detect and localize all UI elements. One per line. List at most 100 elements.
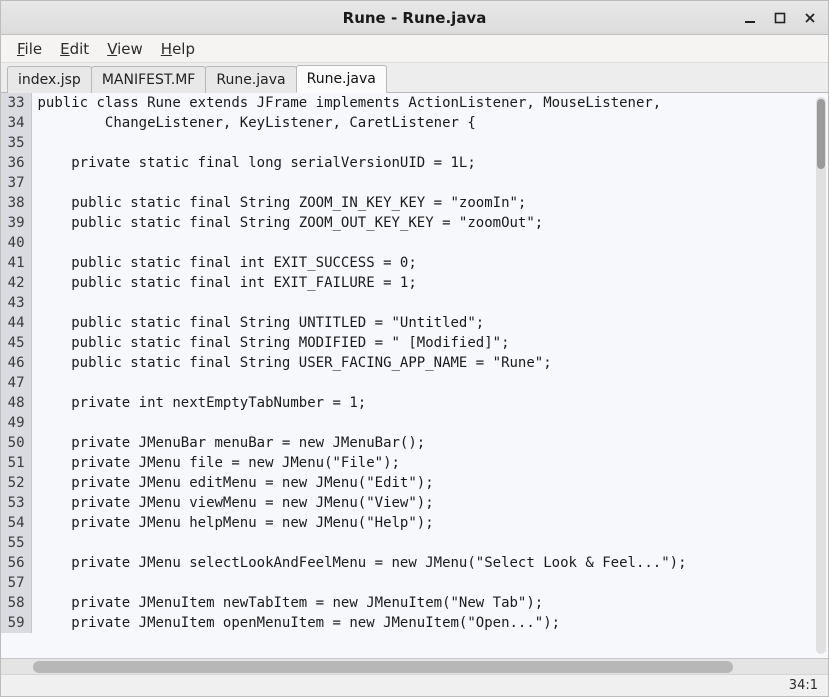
code-line: 34 ChangeListener, KeyListener, CaretLis… <box>1 113 828 133</box>
line-number: 34 <box>1 113 31 133</box>
line-number: 50 <box>1 433 31 453</box>
line-number: 39 <box>1 213 31 233</box>
menu-edit[interactable]: Edit <box>54 38 95 60</box>
line-number: 56 <box>1 553 31 573</box>
code-line: 50 private JMenuBar menuBar = new JMenuB… <box>1 433 828 453</box>
menu-accel: F <box>17 40 25 58</box>
window-title: Rune - Rune.java <box>9 9 820 27</box>
line-number: 46 <box>1 353 31 373</box>
code-text[interactable]: ChangeListener, KeyListener, CaretListen… <box>31 113 828 133</box>
code-line: 42 public static final int EXIT_FAILURE … <box>1 273 828 293</box>
menu-label: iew <box>117 40 143 58</box>
code-text[interactable]: private JMenu helpMenu = new JMenu("Help… <box>31 513 828 533</box>
tab-rune-java-2[interactable]: Rune.java <box>296 65 387 93</box>
code-line: 55 <box>1 533 828 553</box>
menu-label: dit <box>70 40 90 58</box>
menu-label: ile <box>25 40 43 58</box>
code-text[interactable] <box>31 233 828 253</box>
code-text[interactable]: private JMenu viewMenu = new JMenu("View… <box>31 493 828 513</box>
code-text[interactable]: private JMenu editMenu = new JMenu("Edit… <box>31 473 828 493</box>
code-text[interactable]: public static final int EXIT_SUCCESS = 0… <box>31 253 828 273</box>
code-line: 48 private int nextEmptyTabNumber = 1; <box>1 393 828 413</box>
menu-accel: H <box>161 40 172 58</box>
editor: 33public class Rune extends JFrame imple… <box>1 93 828 658</box>
cursor-position: 34:1 <box>789 678 818 693</box>
close-icon[interactable] <box>802 10 818 26</box>
tab-index-jsp[interactable]: index.jsp <box>7 66 92 93</box>
code-line: 46 public static final String USER_FACIN… <box>1 353 828 373</box>
code-text[interactable]: private int nextEmptyTabNumber = 1; <box>31 393 828 413</box>
code-text[interactable]: public static final String MODIFIED = " … <box>31 333 828 353</box>
code-table: 33public class Rune extends JFrame imple… <box>1 93 828 633</box>
code-text[interactable]: private JMenu selectLookAndFeelMenu = ne… <box>31 553 828 573</box>
line-number: 54 <box>1 513 31 533</box>
line-number: 58 <box>1 593 31 613</box>
code-line: 44 public static final String UNTITLED =… <box>1 313 828 333</box>
code-line: 35 <box>1 133 828 153</box>
code-text[interactable]: private JMenu file = new JMenu("File"); <box>31 453 828 473</box>
line-number: 41 <box>1 253 31 273</box>
code-line: 39 public static final String ZOOM_OUT_K… <box>1 213 828 233</box>
code-text[interactable]: private JMenuItem openMenuItem = new JMe… <box>31 613 828 633</box>
line-number: 57 <box>1 573 31 593</box>
line-number: 44 <box>1 313 31 333</box>
tab-rune-java-1[interactable]: Rune.java <box>205 66 296 93</box>
code-line: 36 private static final long serialVersi… <box>1 153 828 173</box>
menu-file[interactable]: File <box>11 38 48 60</box>
line-number: 45 <box>1 333 31 353</box>
menu-help[interactable]: Help <box>155 38 201 60</box>
code-line: 45 public static final String MODIFIED =… <box>1 333 828 353</box>
statusbar: 34:1 <box>1 674 828 696</box>
menu-accel: V <box>107 40 117 58</box>
code-line: 38 public static final String ZOOM_IN_KE… <box>1 193 828 213</box>
window-controls <box>742 1 818 34</box>
editor-scroll[interactable]: 33public class Rune extends JFrame imple… <box>1 93 828 658</box>
code-line: 40 <box>1 233 828 253</box>
code-text[interactable] <box>31 293 828 313</box>
line-number: 33 <box>1 93 31 113</box>
line-number: 37 <box>1 173 31 193</box>
code-text[interactable]: public static final String USER_FACING_A… <box>31 353 828 373</box>
code-line: 49 <box>1 413 828 433</box>
line-number: 40 <box>1 233 31 253</box>
minimize-icon[interactable] <box>742 10 758 26</box>
line-number: 51 <box>1 453 31 473</box>
code-line: 54 private JMenu helpMenu = new JMenu("H… <box>1 513 828 533</box>
line-number: 42 <box>1 273 31 293</box>
code-text[interactable] <box>31 373 828 393</box>
vertical-scrollbar-thumb[interactable] <box>817 99 825 169</box>
titlebar: Rune - Rune.java <box>1 1 828 35</box>
menubar: File Edit View Help <box>1 35 828 63</box>
line-number: 49 <box>1 413 31 433</box>
code-line: 47 <box>1 373 828 393</box>
menu-view[interactable]: View <box>101 38 149 60</box>
code-text[interactable]: public static final String UNTITLED = "U… <box>31 313 828 333</box>
code-text[interactable]: private static final long serialVersionU… <box>31 153 828 173</box>
code-text[interactable]: private JMenuBar menuBar = new JMenuBar(… <box>31 433 828 453</box>
code-text[interactable] <box>31 173 828 193</box>
code-text[interactable]: private JMenuItem newTabItem = new JMenu… <box>31 593 828 613</box>
code-line: 56 private JMenu selectLookAndFeelMenu =… <box>1 553 828 573</box>
tabbar: index.jsp MANIFEST.MF Rune.java Rune.jav… <box>1 63 828 93</box>
code-text[interactable] <box>31 133 828 153</box>
code-text[interactable] <box>31 413 828 433</box>
horizontal-scrollbar-thumb[interactable] <box>33 661 733 673</box>
code-text[interactable] <box>31 533 828 553</box>
tab-manifest-mf[interactable]: MANIFEST.MF <box>91 66 207 93</box>
code-text[interactable]: public class Rune extends JFrame impleme… <box>31 93 828 113</box>
code-text[interactable]: public static final String ZOOM_IN_KEY_K… <box>31 193 828 213</box>
horizontal-scrollbar[interactable] <box>1 658 828 674</box>
code-text[interactable]: public static final String ZOOM_OUT_KEY_… <box>31 213 828 233</box>
code-text[interactable]: public static final int EXIT_FAILURE = 1… <box>31 273 828 293</box>
menu-accel: E <box>60 40 69 58</box>
code-text[interactable] <box>31 573 828 593</box>
line-number: 36 <box>1 153 31 173</box>
app-window: Rune - Rune.java File Edit View Help ind… <box>0 0 829 697</box>
maximize-icon[interactable] <box>772 10 788 26</box>
line-number: 48 <box>1 393 31 413</box>
code-line: 53 private JMenu viewMenu = new JMenu("V… <box>1 493 828 513</box>
code-line: 52 private JMenu editMenu = new JMenu("E… <box>1 473 828 493</box>
line-number: 43 <box>1 293 31 313</box>
line-number: 35 <box>1 133 31 153</box>
vertical-scrollbar[interactable] <box>816 97 826 654</box>
